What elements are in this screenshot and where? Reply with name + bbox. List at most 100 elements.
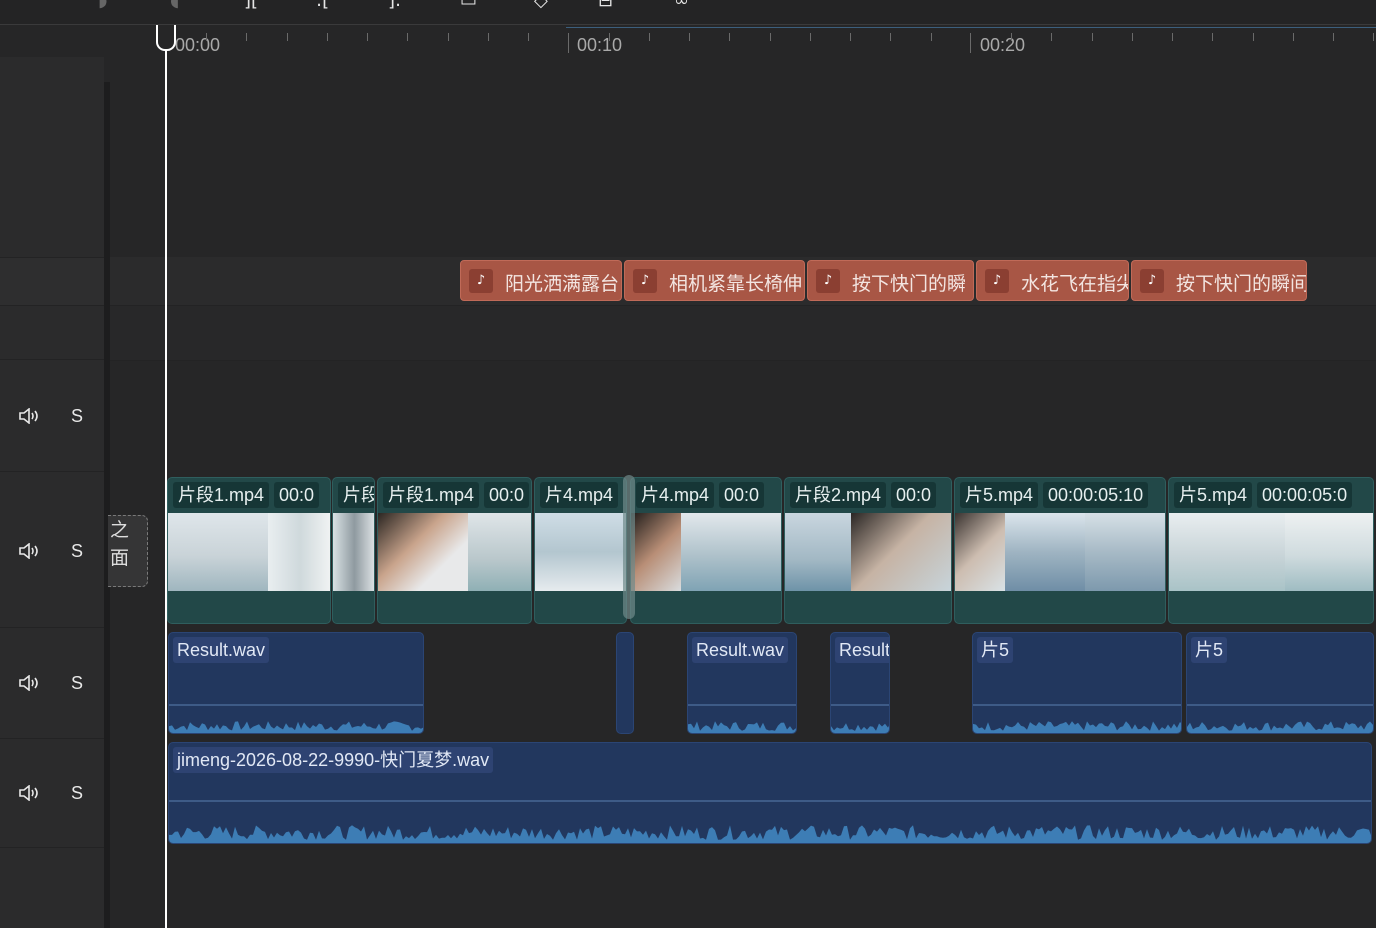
clip-thumbnails xyxy=(535,513,626,591)
text-to-speech-icon: ♪ xyxy=(1140,269,1164,293)
playhead-handle[interactable] xyxy=(156,25,176,51)
ruler-minor-tick xyxy=(286,33,288,41)
volume-icon[interactable] xyxy=(19,674,41,692)
clip-thumbnails xyxy=(168,513,330,591)
volume-icon[interactable] xyxy=(19,542,41,560)
track-header-video: S xyxy=(0,471,104,628)
clip-time: 00:0 xyxy=(484,482,530,508)
ruler-minor-tick xyxy=(367,33,368,41)
audio-clip[interactable]: 片5 xyxy=(972,632,1182,734)
audio-clip[interactable]: Result.wav xyxy=(687,632,797,734)
delete-icon[interactable]: ▭ xyxy=(460,0,477,10)
text-clip[interactable]: ♪ 按下快门的瞬 xyxy=(807,260,974,301)
text-track-header xyxy=(0,257,104,306)
audio-waveform xyxy=(831,704,889,733)
timeline-toolbar: ◗ ◖ ][ :[ ]: ▭ ◇ ⊟ ∞ xyxy=(0,0,1376,25)
clip-name: 片段 xyxy=(338,482,374,508)
ruler-minor-tick xyxy=(689,33,690,41)
audio-waveform xyxy=(688,704,796,733)
audio-waveform xyxy=(169,704,423,733)
solo-button[interactable]: S xyxy=(71,406,83,427)
audio-clip[interactable]: Result.wav xyxy=(168,632,424,734)
transition-handle[interactable] xyxy=(623,475,635,619)
text-clip-label: 按下快门的瞬间 xyxy=(1176,273,1307,295)
ruler-minor-tick xyxy=(326,33,328,41)
ruler-minor-tick xyxy=(850,33,851,41)
ruler-minor-tick xyxy=(407,33,409,41)
video-clip[interactable]: 片段1.mp4 00:0 xyxy=(167,477,331,624)
clip-name: 片段1.mp4 xyxy=(383,482,480,508)
volume-icon[interactable] xyxy=(19,407,41,425)
video-clip[interactable]: 片4.mp4 00:0 xyxy=(630,477,782,624)
waveform-shape xyxy=(688,721,796,733)
clip-time: 00:00:05:10 xyxy=(1043,482,1149,508)
track-header-audio-1: S xyxy=(0,359,104,472)
ruler-label-20: 00:20 xyxy=(980,35,1026,55)
clip-thumbnails xyxy=(1169,513,1373,591)
audio-clip-label: Result.wav xyxy=(173,637,270,663)
audio-clip[interactable] xyxy=(616,632,634,734)
cover-button[interactable]: 之 面 xyxy=(108,515,148,587)
text-to-speech-icon: ♪ xyxy=(816,269,840,293)
video-clip[interactable]: 片4.mp4 xyxy=(534,477,627,624)
solo-button[interactable]: S xyxy=(71,673,83,694)
text-clip[interactable]: ♪ 阳光洒满露台 xyxy=(460,260,622,301)
empty-lane xyxy=(110,305,1376,361)
waveform-shape xyxy=(973,721,1181,733)
video-clip[interactable]: 片段 xyxy=(332,477,375,624)
text-clip-label: 水花飞在指尖 xyxy=(1021,273,1129,295)
ruler-minor-tick xyxy=(1373,33,1375,41)
track-header-audio-3: S xyxy=(0,738,104,848)
ruler-major-tick xyxy=(568,33,569,53)
split-icon[interactable]: ][ xyxy=(244,0,258,10)
cover-label-bottom: 面 xyxy=(110,547,130,569)
text-clip[interactable]: ♪ 相机紧靠长椅伸 xyxy=(624,260,805,301)
ruler-minor-tick xyxy=(769,33,771,41)
clip-name: 片段1.mp4 xyxy=(173,482,270,508)
clip-thumbnails xyxy=(955,513,1165,591)
video-clip[interactable]: 片5.mp4 00:00:05:0 xyxy=(1168,477,1374,624)
solo-button[interactable]: S xyxy=(71,783,83,804)
ruler-minor-tick xyxy=(1252,33,1254,41)
clip-time: 00:0 xyxy=(891,482,937,508)
redo-icon[interactable]: ◖ xyxy=(170,0,179,10)
music-clip[interactable]: jimeng-2026-08-22-9990-快门夏梦.wav xyxy=(168,742,1372,844)
cover-label-top: 之 xyxy=(110,519,130,541)
text-clip[interactable]: ♪ 水花飞在指尖 xyxy=(976,260,1129,301)
ruler-minor-tick xyxy=(1131,33,1133,41)
ruler-major-tick xyxy=(970,33,971,53)
undo-icon[interactable]: ◗ xyxy=(98,0,107,10)
audio-clip[interactable]: Result xyxy=(830,632,890,734)
audio-waveform xyxy=(973,704,1181,733)
clip-thumbnails xyxy=(631,513,781,591)
track-header-column: S S S S xyxy=(0,57,104,928)
time-ruler[interactable]: 00:00 00:10 00:20 xyxy=(0,25,1376,57)
ruler-minor-tick xyxy=(1292,33,1294,41)
header-divider[interactable] xyxy=(104,82,110,928)
freeze-frame-icon[interactable]: ⊟ xyxy=(598,0,613,10)
audio-clip[interactable]: 片5 xyxy=(1186,632,1374,734)
waveform-shape xyxy=(169,825,1371,843)
marker-icon[interactable]: ◇ xyxy=(534,0,548,10)
ruler-minor-tick xyxy=(648,33,650,41)
clip-thumbnails xyxy=(378,513,531,591)
ruler-minor-tick xyxy=(487,33,489,41)
text-clip[interactable]: ♪ 按下快门的瞬间 xyxy=(1131,260,1307,301)
music-clip-label: jimeng-2026-08-22-9990-快门夏梦.wav xyxy=(173,747,494,773)
video-clip[interactable]: 片段2.mp4 00:0 xyxy=(784,477,952,624)
ruler-minor-tick xyxy=(809,33,811,41)
clip-thumbnails xyxy=(785,513,951,591)
ruler-minor-tick xyxy=(528,33,529,41)
playhead[interactable] xyxy=(165,40,167,928)
ruler-minor-tick xyxy=(890,33,892,41)
solo-button[interactable]: S xyxy=(71,541,83,562)
ruler-minor-tick xyxy=(930,33,932,41)
trim-right-icon[interactable]: ]: xyxy=(388,0,401,10)
audio-clip-label: 片5 xyxy=(1191,637,1228,663)
trim-left-icon[interactable]: :[ xyxy=(316,0,329,10)
video-clip[interactable]: 片5.mp4 00:00:05:10 xyxy=(954,477,1166,624)
video-clip[interactable]: 片段1.mp4 00:0 xyxy=(377,477,532,624)
ruler-minor-tick xyxy=(246,33,248,41)
link-icon[interactable]: ∞ xyxy=(674,0,689,10)
volume-icon[interactable] xyxy=(19,784,41,802)
